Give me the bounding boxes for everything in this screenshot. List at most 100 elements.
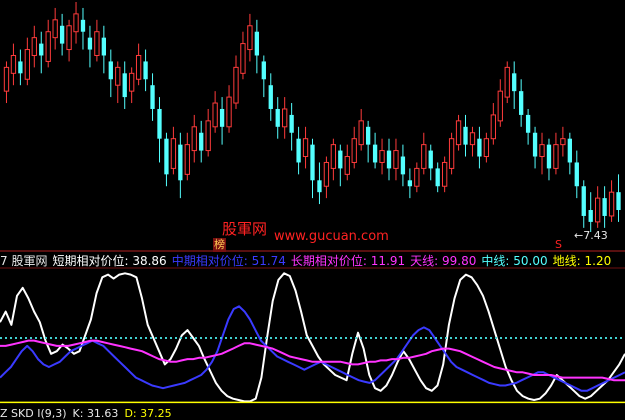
candle-body [184,144,190,175]
candle-body [122,73,127,98]
long-term-name: 长期相对价位: [290,253,367,268]
chart-background [0,0,625,420]
candle-body [338,150,343,169]
candle-body [247,25,253,51]
candle-body [135,54,142,80]
candle-body [525,114,531,133]
candle-body [608,191,615,217]
candle-body [66,25,72,51]
skd-name: Z SKD I(9,3) [0,407,67,420]
candle-body [178,144,183,181]
candle-body [233,66,239,104]
candle-body [483,138,490,158]
k-label: K: 31.63 [73,407,119,420]
candle-body [87,37,93,50]
candle-body [268,85,273,109]
indicator-prefix: 7 股軍网 [0,253,48,268]
candle-body [490,114,496,140]
candle-body [602,198,607,216]
candle-body [10,54,17,74]
price-label: ←7.43 [574,229,608,242]
ground-line-label: 地线: 1.20 [553,252,612,269]
candle-body [302,138,309,158]
candle-body [157,108,162,139]
candle-body [574,162,579,187]
sky-line-label: 天线: 99.80 [410,252,476,269]
candle-body [73,13,79,33]
candle-body [379,150,385,163]
candle-body [52,19,58,39]
candle-body [428,150,433,169]
sky-line-name: 天线: [410,253,439,268]
candle-body [435,168,440,187]
center-line-value: 50.00 [513,253,548,268]
candle-body [212,102,218,128]
candle-body [94,31,100,56]
candle-body [24,49,30,80]
candle-body [261,61,266,80]
candle-body [365,126,371,145]
candle-body [45,31,51,62]
watermark-url: www.gucuan.com [274,229,389,244]
candle-body [226,96,232,128]
candle-body [421,144,427,169]
short-term-value: 38.86 [132,253,167,268]
candle-body [414,167,420,187]
watermark-cn: 股軍网 [222,220,268,238]
k-name: K: [72,407,84,420]
short-term-label: 短期相对价位: 38.86 [52,252,166,269]
candle-body [463,126,468,145]
candle-body [386,150,392,169]
candle-body [441,161,448,187]
skd-info-bar: Z SKD I(9,3) K: 31.63 D: 37.25 [0,407,625,420]
candle-body [310,144,315,181]
signal-mark: S [555,238,562,251]
candle-body [567,138,572,163]
watermark-badge: 榜 [213,238,226,252]
candle-body [289,114,294,133]
d-value: 37.25 [140,407,172,420]
candle-body [108,61,113,80]
candle-body [477,138,482,157]
candle-body [372,144,378,163]
candle-body [455,120,462,146]
mid-term-value: 51.74 [251,253,286,268]
candle-body [199,132,204,151]
candle-body [581,186,586,216]
candle-body [393,150,399,169]
candle-body [504,66,510,98]
candle-body [59,25,65,44]
candle-body [115,66,121,86]
candle-body [532,132,538,157]
candle-body [282,108,288,128]
sky-line-value: 99.80 [442,253,477,268]
candle-body [595,197,601,223]
candle-body [254,31,260,56]
candle-body [448,138,455,169]
candle-body [18,61,23,74]
candle-body [358,120,364,146]
candle-body [191,126,197,152]
short-term-name: 短期相对价位: [52,253,129,268]
candle-body [39,43,44,56]
candle-body [219,108,225,127]
center-line-label: 中线: 50.00 [481,252,547,269]
candle-body [469,132,476,146]
indicator-info-bar: 7 股軍网 短期相对价位: 38.86 中期相对价位: 51.74 长期相对价位… [0,252,625,268]
candle-body [240,43,246,74]
mid-term-label: 中期相对价位: 51.74 [172,252,286,269]
candle-body [101,37,107,56]
candle-body [553,144,559,169]
candle-body [616,192,621,211]
d-name: D: [124,407,137,420]
candle-body [296,138,301,163]
candle-body [129,72,135,92]
candle-body [512,73,517,92]
candle-body [588,210,593,222]
candle-body [323,161,330,187]
candle-body [539,144,545,158]
long-term-label: 长期相对价位: 11.91 [291,252,405,269]
long-term-value: 11.91 [370,253,406,268]
candle-body [560,138,566,146]
candle-body [330,144,337,169]
